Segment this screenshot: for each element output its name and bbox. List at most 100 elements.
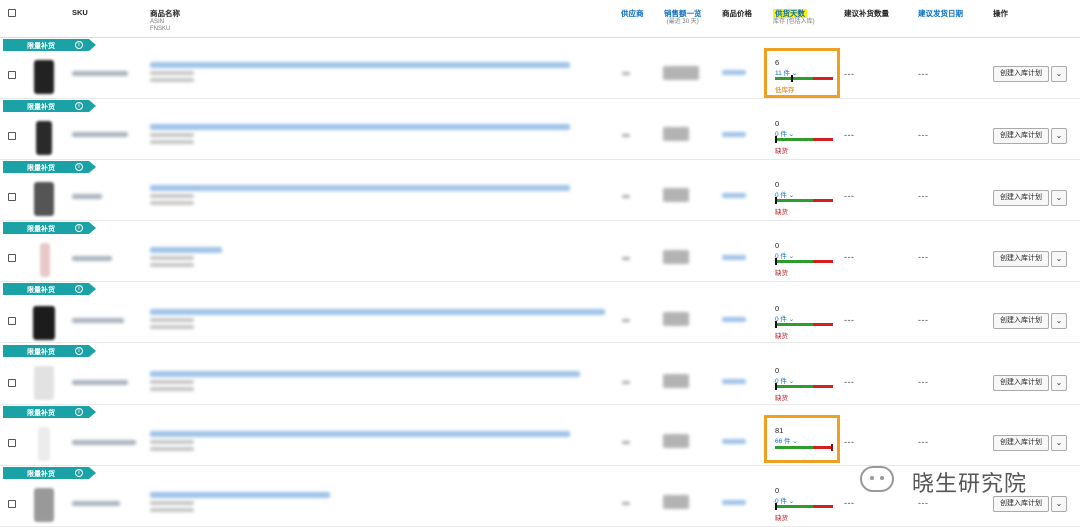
restock-limit-tag[interactable]: 限量补货 i — [3, 39, 96, 51]
table-row: 限量补货 i 0 0 件 ⌄ 缺货 --- --- 创建入库计划 ⌄ — [0, 221, 1080, 282]
header-price[interactable]: 商品价格 — [722, 8, 752, 19]
supply-days-value: 0 — [775, 180, 780, 189]
product-title-link[interactable] — [150, 431, 570, 437]
restock-limit-tag[interactable]: 限量补货 i — [3, 161, 96, 173]
price-value[interactable] — [722, 317, 746, 322]
supplier-value — [622, 381, 630, 384]
product-image[interactable] — [34, 60, 54, 94]
select-all-checkbox[interactable] — [8, 9, 16, 17]
row-checkbox[interactable] — [8, 439, 16, 447]
create-inbound-plan-button[interactable]: 创建入库计划 — [993, 190, 1049, 206]
stock-qty[interactable]: 0 件 ⌄ — [775, 313, 794, 323]
price-value[interactable] — [722, 70, 746, 75]
supply-level-marker — [775, 136, 777, 143]
restock-limit-tag[interactable]: 限量补货 i — [3, 222, 96, 234]
price-value[interactable] — [722, 255, 746, 260]
create-inbound-plan-button[interactable]: 创建入库计划 — [993, 496, 1049, 512]
header-supply-days-label[interactable]: 供货天数 — [773, 9, 807, 18]
restock-limit-tag[interactable]: 限量补货 i — [3, 345, 96, 357]
chevron-down-icon: ⌄ — [788, 316, 795, 323]
price-value[interactable] — [722, 132, 746, 137]
chevron-down-icon[interactable]: ⌄ — [1051, 375, 1067, 391]
supplier-value — [622, 502, 630, 505]
chevron-down-icon[interactable]: ⌄ — [1051, 66, 1067, 82]
chevron-down-icon[interactable]: ⌄ — [1051, 190, 1067, 206]
product-title-link[interactable] — [150, 371, 580, 377]
price-value[interactable] — [722, 193, 746, 198]
product-title-link[interactable] — [150, 247, 222, 253]
chevron-down-icon[interactable]: ⌄ — [1051, 128, 1067, 144]
product-title-link[interactable] — [150, 124, 570, 130]
info-icon[interactable]: i — [75, 102, 83, 110]
restock-limit-tag[interactable]: 限量补货 i — [3, 283, 96, 295]
restock-qty-value: --- — [844, 498, 855, 508]
watermark-text: 晓生研究院 — [912, 472, 1028, 497]
create-inbound-plan-button[interactable]: 创建入库计划 — [993, 128, 1049, 144]
info-icon[interactable]: i — [75, 408, 83, 416]
price-value[interactable] — [722, 439, 746, 444]
supplier-value — [622, 441, 630, 444]
create-inbound-plan-button[interactable]: 创建入库计划 — [993, 251, 1049, 267]
header-product-name-label[interactable]: 商品名称 — [150, 8, 180, 19]
row-checkbox[interactable] — [8, 132, 16, 140]
restock-limit-tag[interactable]: 限量补货 i — [3, 100, 96, 112]
fnsku-value — [150, 140, 194, 144]
chevron-down-icon[interactable]: ⌄ — [1051, 435, 1067, 451]
product-image[interactable] — [38, 427, 50, 461]
row-checkbox[interactable] — [8, 379, 16, 387]
header-sales-label[interactable]: 销售额一览 — [664, 8, 702, 19]
restock-limit-tag[interactable]: 限量补货 i — [3, 406, 96, 418]
product-image[interactable] — [33, 306, 55, 340]
supply-bar-green — [775, 385, 813, 388]
create-inbound-plan-button[interactable]: 创建入库计划 — [993, 375, 1049, 391]
header-sku[interactable]: SKU — [72, 8, 88, 17]
row-checkbox[interactable] — [8, 71, 16, 79]
info-icon[interactable]: i — [75, 285, 83, 293]
product-title-link[interactable] — [150, 185, 570, 191]
stock-qty[interactable]: 0 件 ⌄ — [775, 128, 794, 138]
product-image[interactable] — [34, 182, 54, 216]
stock-qty[interactable]: 0 件 ⌄ — [775, 375, 794, 385]
product-title-link[interactable] — [150, 309, 605, 315]
header-ship-date[interactable]: 建议发货日期 — [918, 8, 963, 19]
info-icon[interactable]: i — [75, 347, 83, 355]
row-checkbox[interactable] — [8, 317, 16, 325]
supply-level-marker — [775, 197, 777, 204]
product-title-link[interactable] — [150, 62, 570, 68]
sales-value — [663, 66, 699, 80]
supply-bar — [775, 321, 833, 328]
price-value[interactable] — [722, 500, 746, 505]
row-checkbox[interactable] — [8, 193, 16, 201]
product-image[interactable] — [34, 366, 54, 400]
price-value[interactable] — [722, 379, 746, 384]
create-inbound-plan-button[interactable]: 创建入库计划 — [993, 435, 1049, 451]
product-image[interactable] — [34, 488, 54, 522]
table-row: 限量补货 i 0 0 件 ⌄ 缺货 --- --- 创建入库计划 ⌄ — [0, 282, 1080, 343]
create-inbound-plan-button[interactable]: 创建入库计划 — [993, 313, 1049, 329]
product-image[interactable] — [40, 243, 50, 277]
product-image[interactable] — [36, 121, 52, 155]
chevron-down-icon[interactable]: ⌄ — [1051, 313, 1067, 329]
fnsku-value — [150, 263, 194, 267]
product-title-link[interactable] — [150, 492, 330, 498]
header-supplier[interactable]: 供应商 — [621, 8, 644, 19]
restock-limit-tag[interactable]: 限量补货 i — [3, 467, 96, 479]
sales-value — [663, 374, 689, 388]
row-checkbox[interactable] — [8, 254, 16, 262]
supply-bar — [775, 136, 833, 143]
supply-bar-red — [813, 199, 833, 202]
stock-qty[interactable]: 0 件 ⌄ — [775, 189, 794, 199]
info-icon[interactable]: i — [75, 41, 83, 49]
info-icon[interactable]: i — [75, 224, 83, 232]
info-icon[interactable]: i — [75, 469, 83, 477]
row-checkbox[interactable] — [8, 500, 16, 508]
info-icon[interactable]: i — [75, 163, 83, 171]
chevron-down-icon[interactable]: ⌄ — [1051, 496, 1067, 512]
chevron-down-icon: ⌄ — [788, 192, 795, 199]
stock-qty[interactable]: 0 件 ⌄ — [775, 495, 794, 505]
header-restock-qty[interactable]: 建议补货数量 — [844, 8, 889, 19]
create-inbound-plan-button[interactable]: 创建入库计划 — [993, 66, 1049, 82]
chevron-down-icon[interactable]: ⌄ — [1051, 251, 1067, 267]
stock-qty[interactable]: 0 件 ⌄ — [775, 250, 794, 260]
supply-level-marker — [775, 503, 777, 510]
